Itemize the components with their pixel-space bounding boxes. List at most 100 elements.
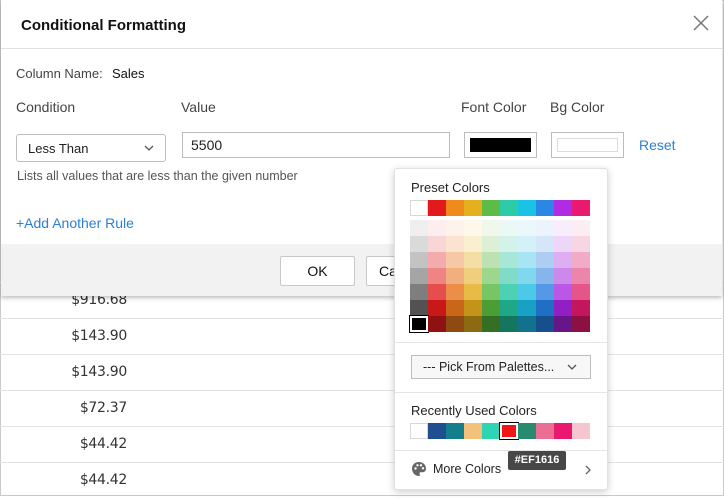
preset-color-swatch[interactable] bbox=[500, 220, 518, 236]
preset-color-swatch[interactable] bbox=[482, 220, 500, 236]
recent-color-swatch[interactable] bbox=[572, 423, 590, 439]
value-input[interactable] bbox=[182, 132, 450, 158]
preset-color-swatch[interactable] bbox=[428, 236, 446, 252]
preset-color-swatch[interactable] bbox=[464, 200, 482, 216]
preset-color-swatch[interactable] bbox=[518, 220, 536, 236]
recent-color-swatch[interactable] bbox=[446, 423, 464, 439]
preset-color-swatch[interactable] bbox=[518, 300, 536, 316]
preset-color-swatch[interactable] bbox=[428, 220, 446, 236]
preset-color-swatch[interactable] bbox=[500, 300, 518, 316]
preset-color-swatch[interactable] bbox=[410, 236, 428, 252]
preset-color-swatch[interactable] bbox=[410, 300, 428, 316]
preset-color-swatch[interactable] bbox=[482, 284, 500, 300]
preset-color-swatch[interactable] bbox=[464, 236, 482, 252]
preset-color-swatch[interactable] bbox=[410, 268, 428, 284]
recent-color-swatch[interactable] bbox=[500, 423, 518, 439]
preset-color-swatch[interactable] bbox=[554, 220, 572, 236]
preset-color-swatch[interactable] bbox=[554, 252, 572, 268]
preset-color-swatch[interactable] bbox=[500, 284, 518, 300]
preset-color-swatch[interactable] bbox=[446, 268, 464, 284]
close-icon[interactable] bbox=[691, 13, 711, 33]
preset-color-swatch[interactable] bbox=[518, 316, 536, 332]
preset-color-swatch[interactable] bbox=[410, 220, 428, 236]
preset-color-swatch[interactable] bbox=[572, 284, 590, 300]
pick-from-palettes-select[interactable]: --- Pick From Palettes... bbox=[411, 355, 591, 379]
preset-color-swatch[interactable] bbox=[554, 316, 572, 332]
preset-color-swatch[interactable] bbox=[464, 316, 482, 332]
preset-color-swatch[interactable] bbox=[446, 220, 464, 236]
preset-color-swatch[interactable] bbox=[500, 252, 518, 268]
bg-color-picker[interactable] bbox=[551, 132, 624, 158]
preset-color-swatch[interactable] bbox=[518, 252, 536, 268]
preset-color-swatch[interactable] bbox=[410, 284, 428, 300]
preset-color-swatch[interactable] bbox=[410, 200, 428, 216]
preset-color-swatch[interactable] bbox=[446, 300, 464, 316]
preset-color-swatch[interactable] bbox=[500, 316, 518, 332]
preset-color-swatch[interactable] bbox=[572, 300, 590, 316]
preset-color-swatch[interactable] bbox=[410, 316, 428, 332]
preset-color-swatch[interactable] bbox=[536, 316, 554, 332]
recent-color-swatch[interactable] bbox=[464, 423, 482, 439]
preset-color-swatch[interactable] bbox=[482, 252, 500, 268]
recent-color-swatch[interactable] bbox=[482, 423, 500, 439]
preset-color-swatch[interactable] bbox=[446, 316, 464, 332]
recent-color-swatch[interactable] bbox=[428, 423, 446, 439]
ok-button[interactable]: OK bbox=[280, 256, 355, 286]
preset-color-swatch[interactable] bbox=[500, 236, 518, 252]
preset-color-swatch[interactable] bbox=[536, 252, 554, 268]
preset-color-swatch[interactable] bbox=[572, 268, 590, 284]
preset-color-swatch[interactable] bbox=[428, 300, 446, 316]
preset-color-swatch[interactable] bbox=[536, 236, 554, 252]
preset-color-swatch[interactable] bbox=[464, 252, 482, 268]
preset-color-swatch[interactable] bbox=[554, 300, 572, 316]
preset-color-swatch[interactable] bbox=[428, 200, 446, 216]
preset-color-swatch[interactable] bbox=[554, 268, 572, 284]
preset-color-swatch[interactable] bbox=[410, 252, 428, 268]
preset-color-swatch[interactable] bbox=[446, 252, 464, 268]
preset-color-swatch[interactable] bbox=[446, 200, 464, 216]
preset-color-swatch[interactable] bbox=[446, 284, 464, 300]
preset-color-swatch[interactable] bbox=[518, 200, 536, 216]
preset-color-swatch[interactable] bbox=[482, 268, 500, 284]
preset-color-swatch[interactable] bbox=[482, 300, 500, 316]
preset-color-swatch[interactable] bbox=[536, 268, 554, 284]
preset-color-swatch[interactable] bbox=[536, 284, 554, 300]
preset-color-swatch[interactable] bbox=[518, 284, 536, 300]
add-another-rule-link[interactable]: +Add Another Rule bbox=[16, 215, 134, 231]
preset-color-swatch[interactable] bbox=[572, 220, 590, 236]
preset-color-swatch[interactable] bbox=[518, 236, 536, 252]
preset-color-swatch[interactable] bbox=[464, 300, 482, 316]
preset-color-swatch[interactable] bbox=[482, 316, 500, 332]
preset-color-swatch[interactable] bbox=[464, 220, 482, 236]
preset-color-swatch[interactable] bbox=[554, 236, 572, 252]
preset-color-swatch[interactable] bbox=[482, 200, 500, 216]
preset-color-swatch[interactable] bbox=[572, 200, 590, 216]
preset-color-swatch[interactable] bbox=[536, 200, 554, 216]
recent-color-swatch[interactable] bbox=[554, 423, 572, 439]
preset-color-swatch[interactable] bbox=[500, 268, 518, 284]
preset-color-swatch[interactable] bbox=[500, 200, 518, 216]
preset-color-swatch[interactable] bbox=[572, 316, 590, 332]
preset-color-swatch[interactable] bbox=[464, 284, 482, 300]
recent-color-swatch[interactable] bbox=[536, 423, 554, 439]
preset-color-swatch[interactable] bbox=[536, 220, 554, 236]
preset-color-swatch[interactable] bbox=[428, 252, 446, 268]
preset-color-swatch[interactable] bbox=[482, 236, 500, 252]
preset-color-swatch[interactable] bbox=[554, 200, 572, 216]
preset-color-swatch[interactable] bbox=[428, 268, 446, 284]
sales-cell: $143.90 bbox=[71, 364, 127, 380]
preset-color-swatch[interactable] bbox=[536, 300, 554, 316]
recent-color-swatch[interactable] bbox=[518, 423, 536, 439]
preset-color-swatch[interactable] bbox=[572, 236, 590, 252]
preset-color-swatch[interactable] bbox=[554, 284, 572, 300]
preset-color-swatch[interactable] bbox=[518, 268, 536, 284]
preset-color-swatch[interactable] bbox=[572, 252, 590, 268]
preset-color-swatch[interactable] bbox=[428, 284, 446, 300]
reset-link[interactable]: Reset bbox=[639, 137, 676, 153]
preset-color-swatch[interactable] bbox=[464, 268, 482, 284]
preset-color-swatch[interactable] bbox=[428, 316, 446, 332]
condition-select[interactable]: Less Than bbox=[16, 134, 166, 162]
recent-color-swatch[interactable] bbox=[410, 423, 428, 439]
preset-color-swatch[interactable] bbox=[446, 236, 464, 252]
font-color-picker[interactable] bbox=[464, 132, 537, 158]
